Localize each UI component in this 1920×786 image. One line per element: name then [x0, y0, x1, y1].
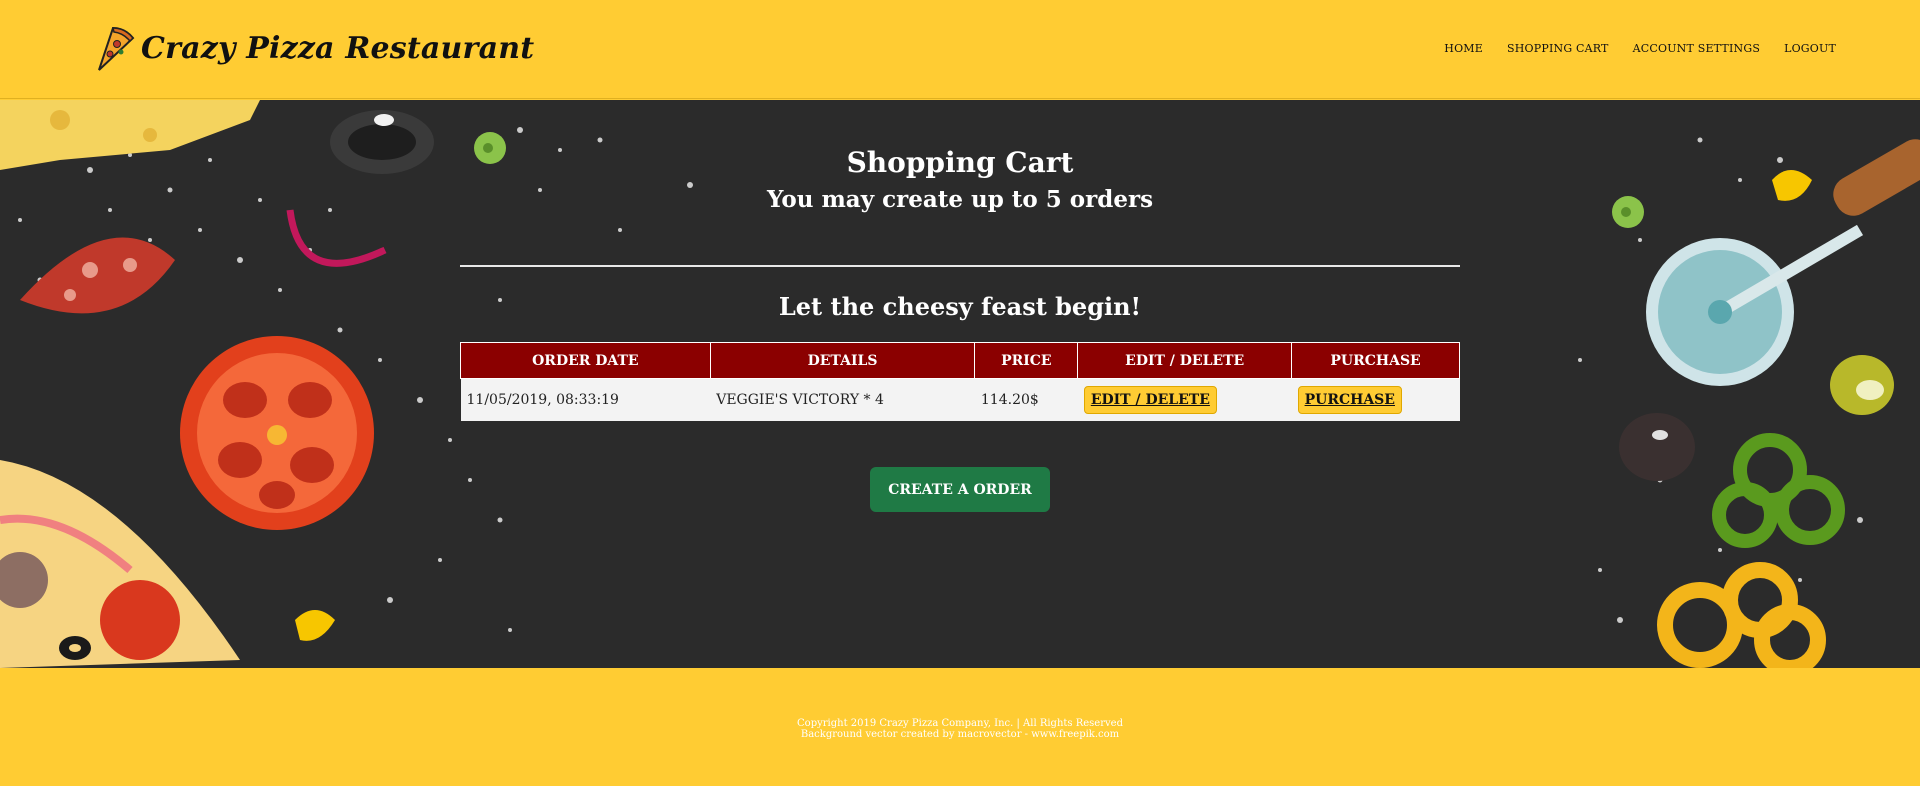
details-cell: VEGGIE'S VICTORY * 4	[710, 378, 975, 421]
header-price: PRICE	[974, 342, 1079, 379]
site-footer: Copyright 2019 Crazy Pizza Company, Inc.…	[0, 668, 1920, 786]
main-nav: HOME SHOPPING CART ACCOUNT SETTINGS LOGO…	[1420, 42, 1836, 55]
header-order-date: ORDER DATE	[460, 342, 711, 379]
header-purchase: PURCHASE	[1291, 342, 1460, 379]
hero-section: Shopping Cart You may create up to 5 ord…	[0, 100, 1920, 668]
price-cell: 114.20$	[974, 378, 1078, 421]
order-date-cell: 11/05/2019, 08:33:19	[460, 378, 711, 421]
page-subtitle: You may create up to 5 orders	[766, 186, 1154, 213]
brand[interactable]: Crazy Pizza Restaurant	[93, 22, 534, 74]
nav-account-settings[interactable]: ACCOUNT SETTINGS	[1633, 42, 1760, 55]
edit-cell: EDIT / DELETE	[1077, 378, 1292, 421]
copyright-line: Copyright 2019 Crazy Pizza Company, Inc.…	[797, 718, 1123, 729]
table-row: 11/05/2019, 08:33:19 VEGGIE'S VICTORY * …	[460, 378, 1460, 421]
purchase-button[interactable]: PURCHASE	[1297, 385, 1402, 414]
edit-delete-button[interactable]: EDIT / DELETE	[1083, 385, 1217, 414]
brand-title: Crazy Pizza Restaurant	[141, 30, 535, 66]
nav-shopping-cart[interactable]: SHOPPING CART	[1507, 42, 1609, 55]
create-order-button[interactable]: CREATE A ORDER	[870, 467, 1050, 512]
nav-logout[interactable]: LOGOUT	[1784, 42, 1836, 55]
feast-heading: Let the cheesy feast begin!	[778, 292, 1142, 321]
credit-line[interactable]: Background vector created by macrovector…	[0, 729, 1920, 740]
site-header: Crazy Pizza Restaurant HOME SHOPPING CAR…	[0, 0, 1920, 99]
header-edit-delete: EDIT / DELETE	[1077, 342, 1293, 379]
orders-table: ORDER DATE DETAILS PRICE EDIT / DELETE P…	[460, 342, 1460, 421]
footer-copyright: Copyright 2019 Crazy Pizza Company, Inc.…	[0, 718, 1920, 740]
nav-home[interactable]: HOME	[1444, 42, 1483, 55]
divider	[460, 265, 1460, 267]
page-title: Shopping Cart	[846, 146, 1074, 179]
purchase-cell: PURCHASE	[1291, 378, 1460, 421]
pizza-slice-icon	[98, 26, 135, 71]
table-header-row: ORDER DATE DETAILS PRICE EDIT / DELETE P…	[460, 342, 1460, 379]
header-details: DETAILS	[709, 342, 976, 379]
